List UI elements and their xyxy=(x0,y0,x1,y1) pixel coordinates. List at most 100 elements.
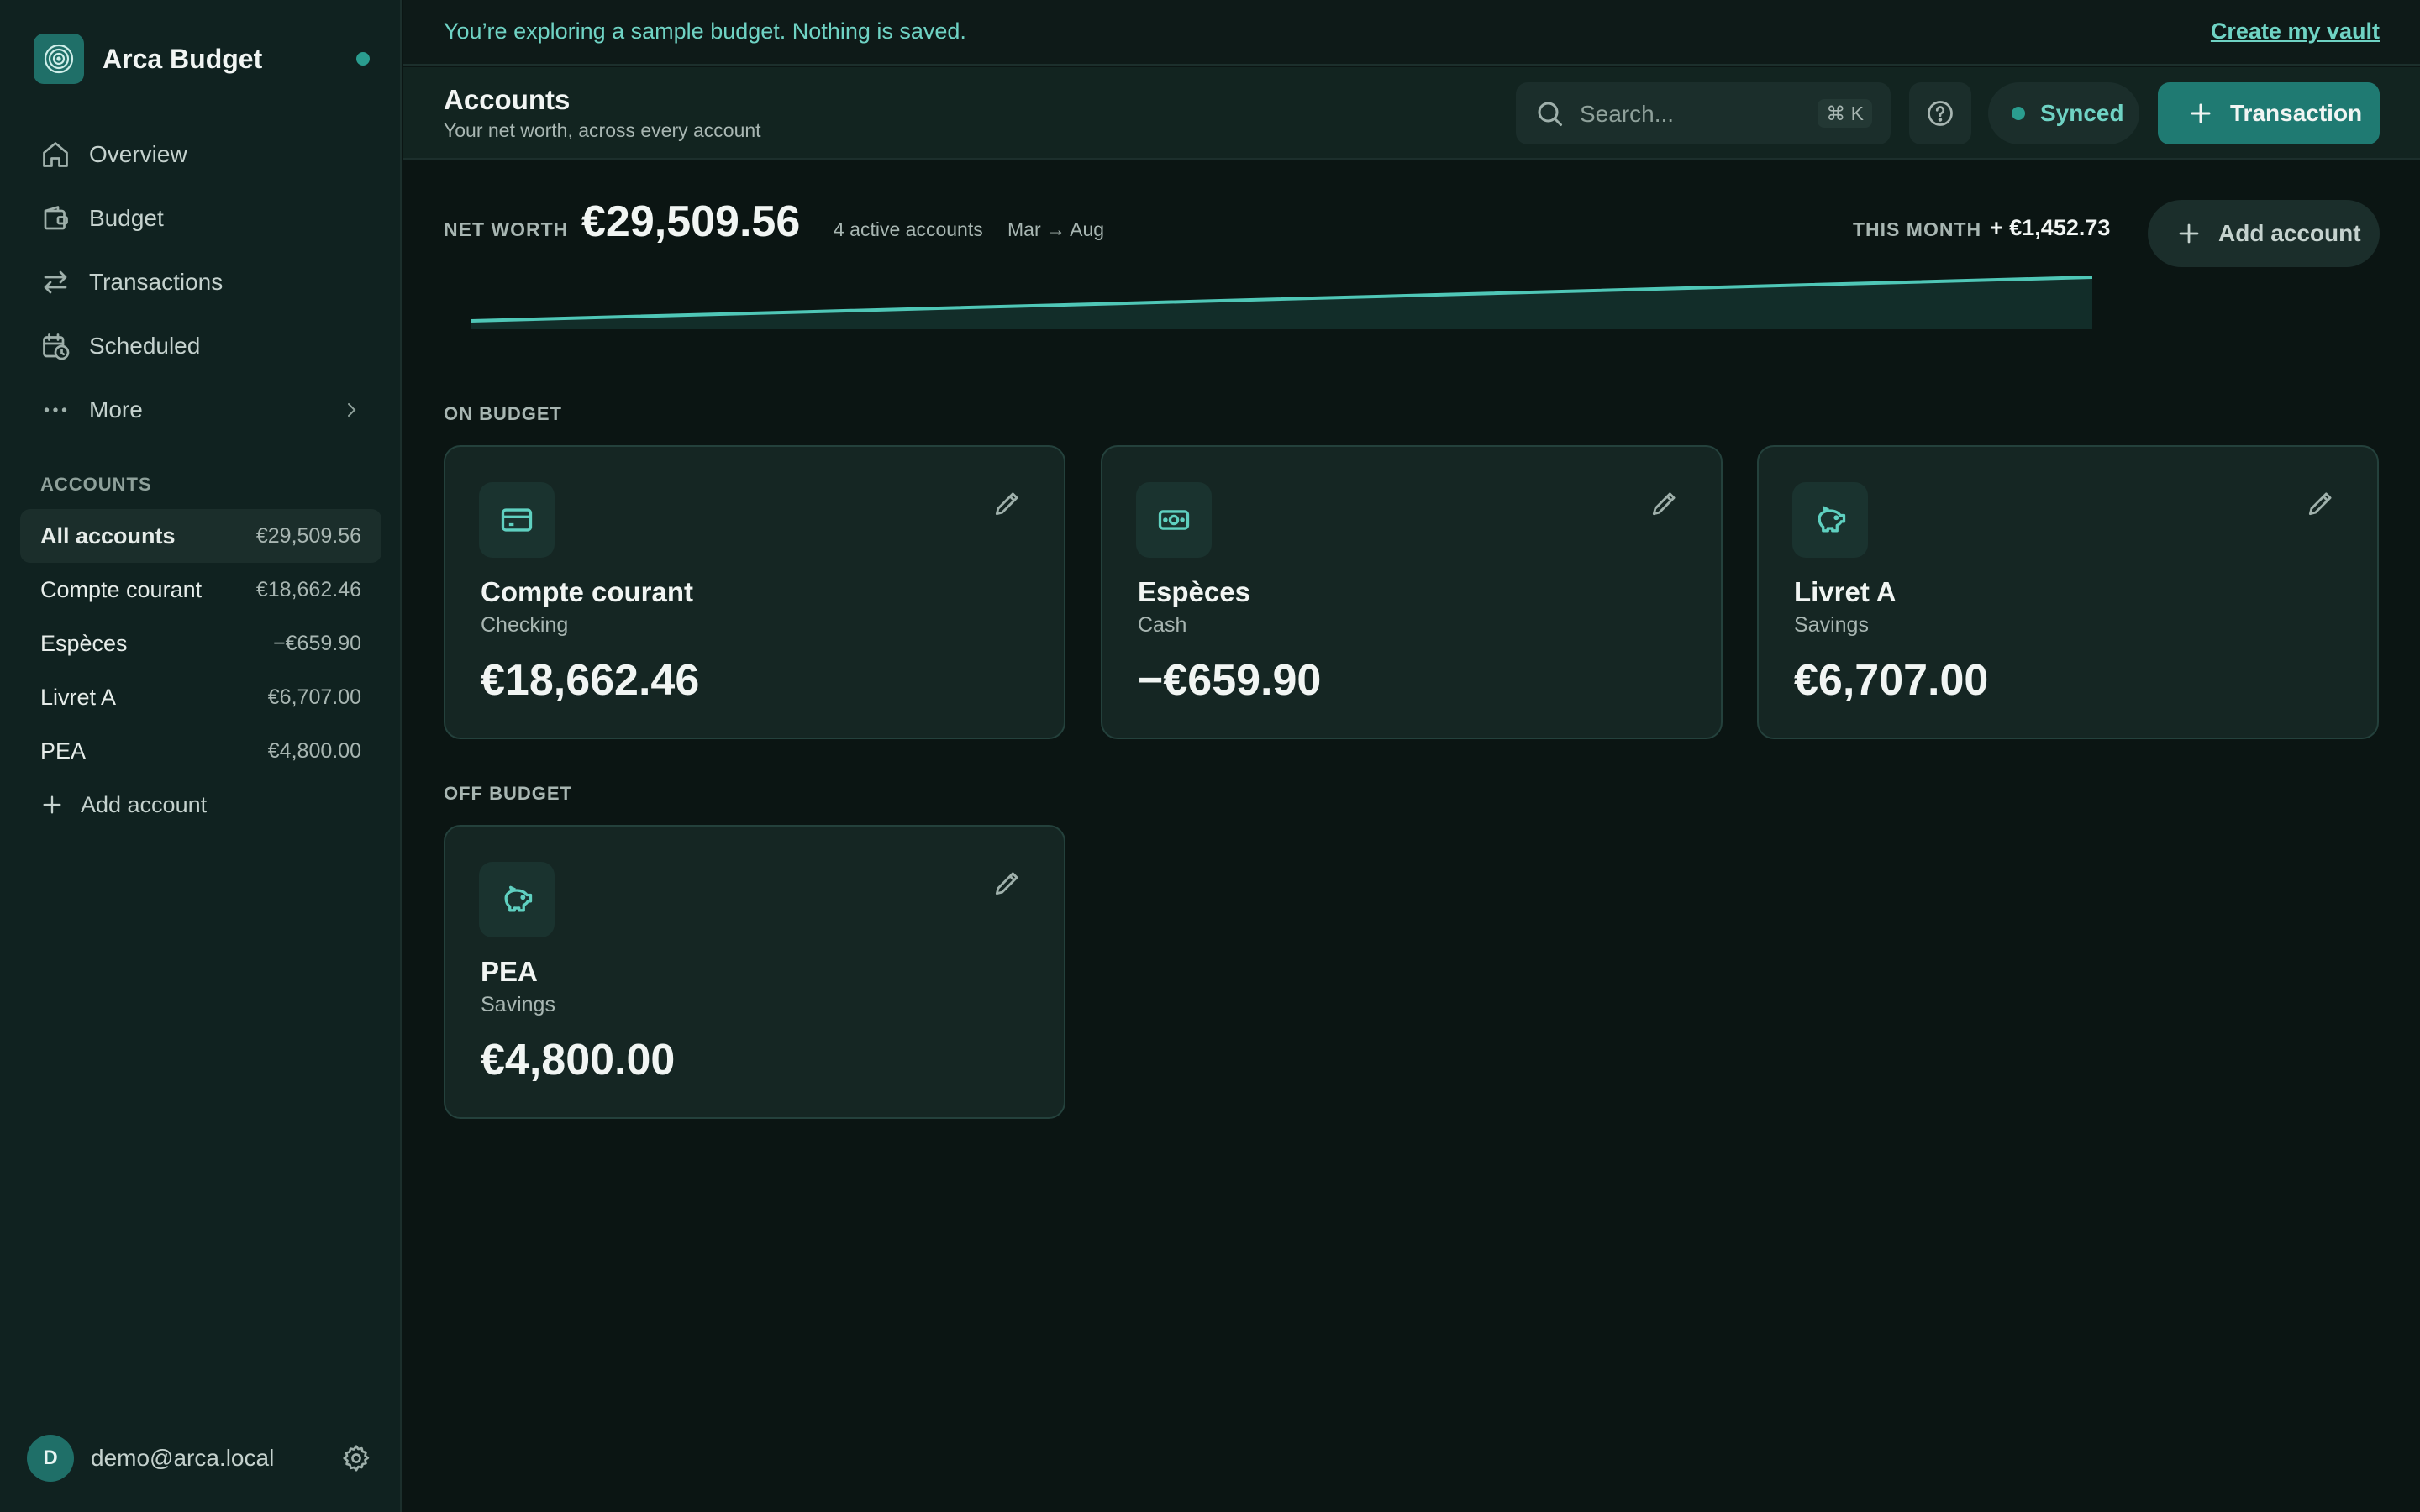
nav-item-label: Scheduled xyxy=(89,333,201,359)
date-range: Mar → Aug xyxy=(1007,218,1105,240)
account-card-especes[interactable]: Espèces Cash −€659.90 xyxy=(1101,445,1723,739)
account-name: Espèces xyxy=(1138,576,1250,607)
chevron-right-icon xyxy=(348,403,356,417)
nav-item-budget[interactable]: Budget xyxy=(20,186,381,250)
plus-icon xyxy=(43,795,61,814)
search-placeholder: Search... xyxy=(1580,101,1675,127)
plus-icon xyxy=(2191,103,2211,123)
brand[interactable]: Arca Budget xyxy=(34,34,370,84)
cash-icon xyxy=(1136,482,1212,558)
more-dots-icon xyxy=(44,407,67,412)
account-type: Cash xyxy=(1138,613,1187,637)
sidebar-account-all[interactable]: All accounts €29,509.56 xyxy=(20,509,381,563)
account-card-livret-a[interactable]: Livret A Savings €6,707.00 xyxy=(1757,445,2379,739)
piggy-bank-icon xyxy=(1792,482,1868,558)
account-card-pea[interactable]: PEA Savings €4,800.00 xyxy=(444,825,1065,1119)
sidebar-account-name: Espèces xyxy=(40,630,128,656)
nav-item-more[interactable]: More xyxy=(20,378,381,442)
account-name: Compte courant xyxy=(481,576,694,607)
page-subtitle: Your net worth, across every account xyxy=(444,119,761,141)
sidebar-account-name: All accounts xyxy=(40,522,176,549)
sidebar-account-balance: −€659.90 xyxy=(273,631,361,655)
sidebar-add-account-button[interactable]: Add account xyxy=(20,778,381,832)
avatar: D xyxy=(27,1435,74,1482)
account-balance: €18,662.46 xyxy=(481,656,700,705)
app-name: Arca Budget xyxy=(103,43,263,74)
status-dot xyxy=(356,52,370,66)
piggy-bank-icon xyxy=(479,862,555,937)
search-shortcut: ⌘ K xyxy=(1818,99,1872,128)
accounts-header: ACCOUNTS xyxy=(40,474,152,495)
add-transaction-button[interactable]: Transaction xyxy=(2158,82,2380,144)
on-budget-label: ON BUDGET xyxy=(444,403,562,424)
nav-item-label: Transactions xyxy=(89,269,224,295)
edit-pencil-icon[interactable] xyxy=(2305,487,2337,519)
nav-item-label: Overview xyxy=(89,141,187,167)
sidebar-account-livret-a[interactable]: Livret A €6,707.00 xyxy=(20,670,381,724)
user-menu[interactable]: D demo@arca.local xyxy=(27,1435,371,1482)
sidebar-account-name: PEA xyxy=(40,738,87,764)
create-vault-link[interactable]: Create my vault xyxy=(2211,18,2380,45)
wallet-icon xyxy=(44,206,68,230)
net-worth-value: €29,509.56 xyxy=(581,197,801,246)
nav-item-label: More xyxy=(89,396,143,423)
sidebar-account-balance: €4,800.00 xyxy=(267,738,361,763)
account-type: Savings xyxy=(481,993,555,1016)
app-logo-icon xyxy=(34,34,84,84)
active-accounts-count: 4 active accounts xyxy=(834,218,983,240)
nav-item-label: Budget xyxy=(89,205,164,231)
add-account-label: Add account xyxy=(2218,220,2361,246)
page-title: Accounts xyxy=(444,84,571,115)
sample-banner: You’re exploring a sample budget. Nothin… xyxy=(403,0,2420,66)
arrows-swap-icon xyxy=(44,270,67,294)
home-icon xyxy=(43,142,68,167)
nav-item-overview[interactable]: Overview xyxy=(20,123,381,186)
sidebar-account-balance: €18,662.46 xyxy=(255,577,361,601)
help-button[interactable] xyxy=(1909,82,1971,144)
calendar-clock-icon xyxy=(43,333,70,360)
off-budget-label: OFF BUDGET xyxy=(444,783,572,804)
account-balance: €6,707.00 xyxy=(1794,656,1989,705)
sync-status-button[interactable]: Synced xyxy=(1988,82,2139,144)
sync-status-dot xyxy=(2012,107,2025,120)
nav-item-scheduled[interactable]: Scheduled xyxy=(20,314,381,378)
sidebar-account-balance: €29,509.56 xyxy=(255,523,361,548)
main-nav: Overview Budget Transactions Scheduled M… xyxy=(20,123,381,442)
sidebar-account-pea[interactable]: PEA €4,800.00 xyxy=(20,724,381,778)
sidebar-account-compte-courant[interactable]: Compte courant €18,662.46 xyxy=(20,563,381,617)
account-name: Livret A xyxy=(1794,576,1897,607)
edit-pencil-icon[interactable] xyxy=(992,867,1023,899)
add-account-label: Add account xyxy=(81,791,208,817)
add-transaction-label: Transaction xyxy=(2230,100,2363,126)
this-month-label: THIS MONTH xyxy=(1853,218,1982,240)
banner-text: You’re exploring a sample budget. Nothin… xyxy=(444,18,966,44)
sidebar-account-especes[interactable]: Espèces −€659.90 xyxy=(20,617,381,670)
account-balance: −€659.90 xyxy=(1138,656,1322,705)
search-icon xyxy=(1538,102,1562,126)
sidebar-account-name: Livret A xyxy=(40,684,117,710)
search-input[interactable]: Search... ⌘ K xyxy=(1516,82,1891,144)
nav-item-transactions[interactable]: Transactions xyxy=(20,250,381,314)
gear-icon[interactable] xyxy=(341,1443,371,1473)
account-type: Savings xyxy=(1794,613,1869,637)
account-balance: €4,800.00 xyxy=(481,1036,676,1084)
credit-card-icon xyxy=(479,482,555,558)
net-worth-label: NET WORTH xyxy=(444,218,569,240)
account-name: PEA xyxy=(481,956,538,987)
add-account-button[interactable]: Add account xyxy=(2148,200,2380,267)
plus-icon xyxy=(2179,223,2199,244)
edit-pencil-icon[interactable] xyxy=(1649,487,1681,519)
sync-status-label: Synced xyxy=(2040,100,2124,126)
user-email: demo@arca.local xyxy=(91,1445,275,1471)
sidebar: Arca Budget Overview Budget Transactions… xyxy=(0,0,402,1512)
net-worth-sparkline xyxy=(471,276,2092,329)
sidebar-account-list: All accounts €29,509.56 Compte courant €… xyxy=(20,509,381,832)
account-type: Checking xyxy=(481,613,569,637)
edit-pencil-icon[interactable] xyxy=(992,487,1023,519)
this-month-value: + €1,452.73 xyxy=(1990,215,2111,240)
page-header: Accounts Your net worth, across every ac… xyxy=(403,67,2420,160)
sidebar-account-name: Compte courant xyxy=(40,576,203,602)
account-card-compte-courant[interactable]: Compte courant Checking €18,662.46 xyxy=(444,445,1065,739)
sidebar-account-balance: €6,707.00 xyxy=(267,685,361,709)
help-icon xyxy=(1928,101,1953,126)
